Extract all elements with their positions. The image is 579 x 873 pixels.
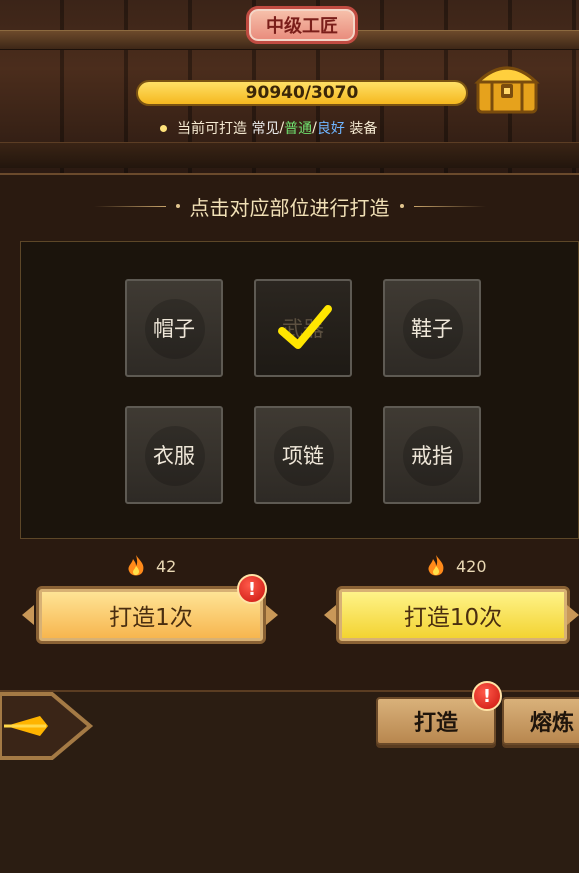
instruction-banner: 点击对应部位进行打造 bbox=[0, 192, 579, 220]
tab-smelt[interactable]: 熔炼 bbox=[502, 697, 579, 745]
forge-once-label: 打造1次 bbox=[109, 605, 193, 631]
forge-once-cost: 42 bbox=[126, 554, 176, 578]
quality-good: 良好 bbox=[316, 121, 345, 137]
forge-ten-cost: 420 bbox=[426, 554, 487, 578]
forge-ten-label: 打造10次 bbox=[403, 605, 503, 631]
forge-ten-button[interactable]: 打造10次 bbox=[336, 586, 570, 644]
divider-line bbox=[93, 205, 166, 207]
arrow-right-decoration bbox=[266, 605, 278, 625]
forge-ten-cost-value: 420 bbox=[456, 556, 487, 576]
bullet-dot-icon bbox=[160, 124, 167, 132]
arrow-right-decoration bbox=[567, 605, 579, 625]
rank-title: 中级工匠 bbox=[246, 6, 358, 44]
tab-smelt-label: 熔炼 bbox=[530, 711, 575, 736]
header-lower-beam bbox=[0, 142, 579, 168]
instruction-text: 点击对应部位进行打造 bbox=[189, 195, 390, 220]
craft-suffix: 装备 bbox=[349, 121, 378, 137]
slot-hat[interactable]: 帽子 bbox=[125, 279, 223, 377]
fire-icon bbox=[128, 555, 144, 576]
craft-prefix: 当前可打造 bbox=[177, 121, 247, 137]
fire-icon bbox=[428, 555, 444, 576]
slot-weapon[interactable]: 武器 bbox=[254, 279, 352, 377]
arrow-left-decoration bbox=[22, 605, 34, 625]
expand-arrow-icon[interactable] bbox=[0, 680, 94, 772]
slot-shoes[interactable]: 鞋子 bbox=[383, 279, 481, 377]
tab-forge-label: 打造 bbox=[413, 711, 458, 736]
craft-quality-info: 当前可打造 常见 / 普通 / 良好 装备 bbox=[160, 118, 377, 138]
slot-label: 鞋子 bbox=[411, 317, 453, 341]
slot-label: 戒指 bbox=[411, 444, 453, 468]
quality-normal: 普通 bbox=[284, 121, 313, 137]
experience-bar: 90940/3070 bbox=[136, 80, 468, 106]
forge-once-cost-value: 42 bbox=[156, 556, 177, 576]
slot-clothes[interactable]: 衣服 bbox=[125, 406, 223, 504]
quality-common: 常见 bbox=[251, 121, 280, 137]
treasure-chest-icon[interactable] bbox=[474, 60, 540, 116]
slot-label: 项链 bbox=[282, 444, 324, 468]
arrow-left-decoration bbox=[324, 605, 336, 625]
slot-ring[interactable]: 戒指 bbox=[383, 406, 481, 504]
slot-label: 衣服 bbox=[153, 444, 195, 468]
slot-necklace[interactable]: 项链 bbox=[254, 406, 352, 504]
slot-label: 帽子 bbox=[153, 317, 195, 341]
divider-dot-icon bbox=[399, 204, 404, 208]
alert-badge-icon: ! bbox=[472, 681, 502, 711]
experience-text: 90940/3070 bbox=[245, 83, 359, 103]
checkmark-icon bbox=[278, 305, 332, 349]
forge-once-button[interactable]: 打造1次 bbox=[36, 586, 266, 644]
equipment-slot-panel: 帽子 武器 鞋子 衣服 项链 戒指 bbox=[20, 241, 579, 539]
divider-dot-icon bbox=[175, 204, 180, 208]
divider-line bbox=[413, 205, 486, 207]
alert-badge-icon: ! bbox=[237, 574, 267, 604]
